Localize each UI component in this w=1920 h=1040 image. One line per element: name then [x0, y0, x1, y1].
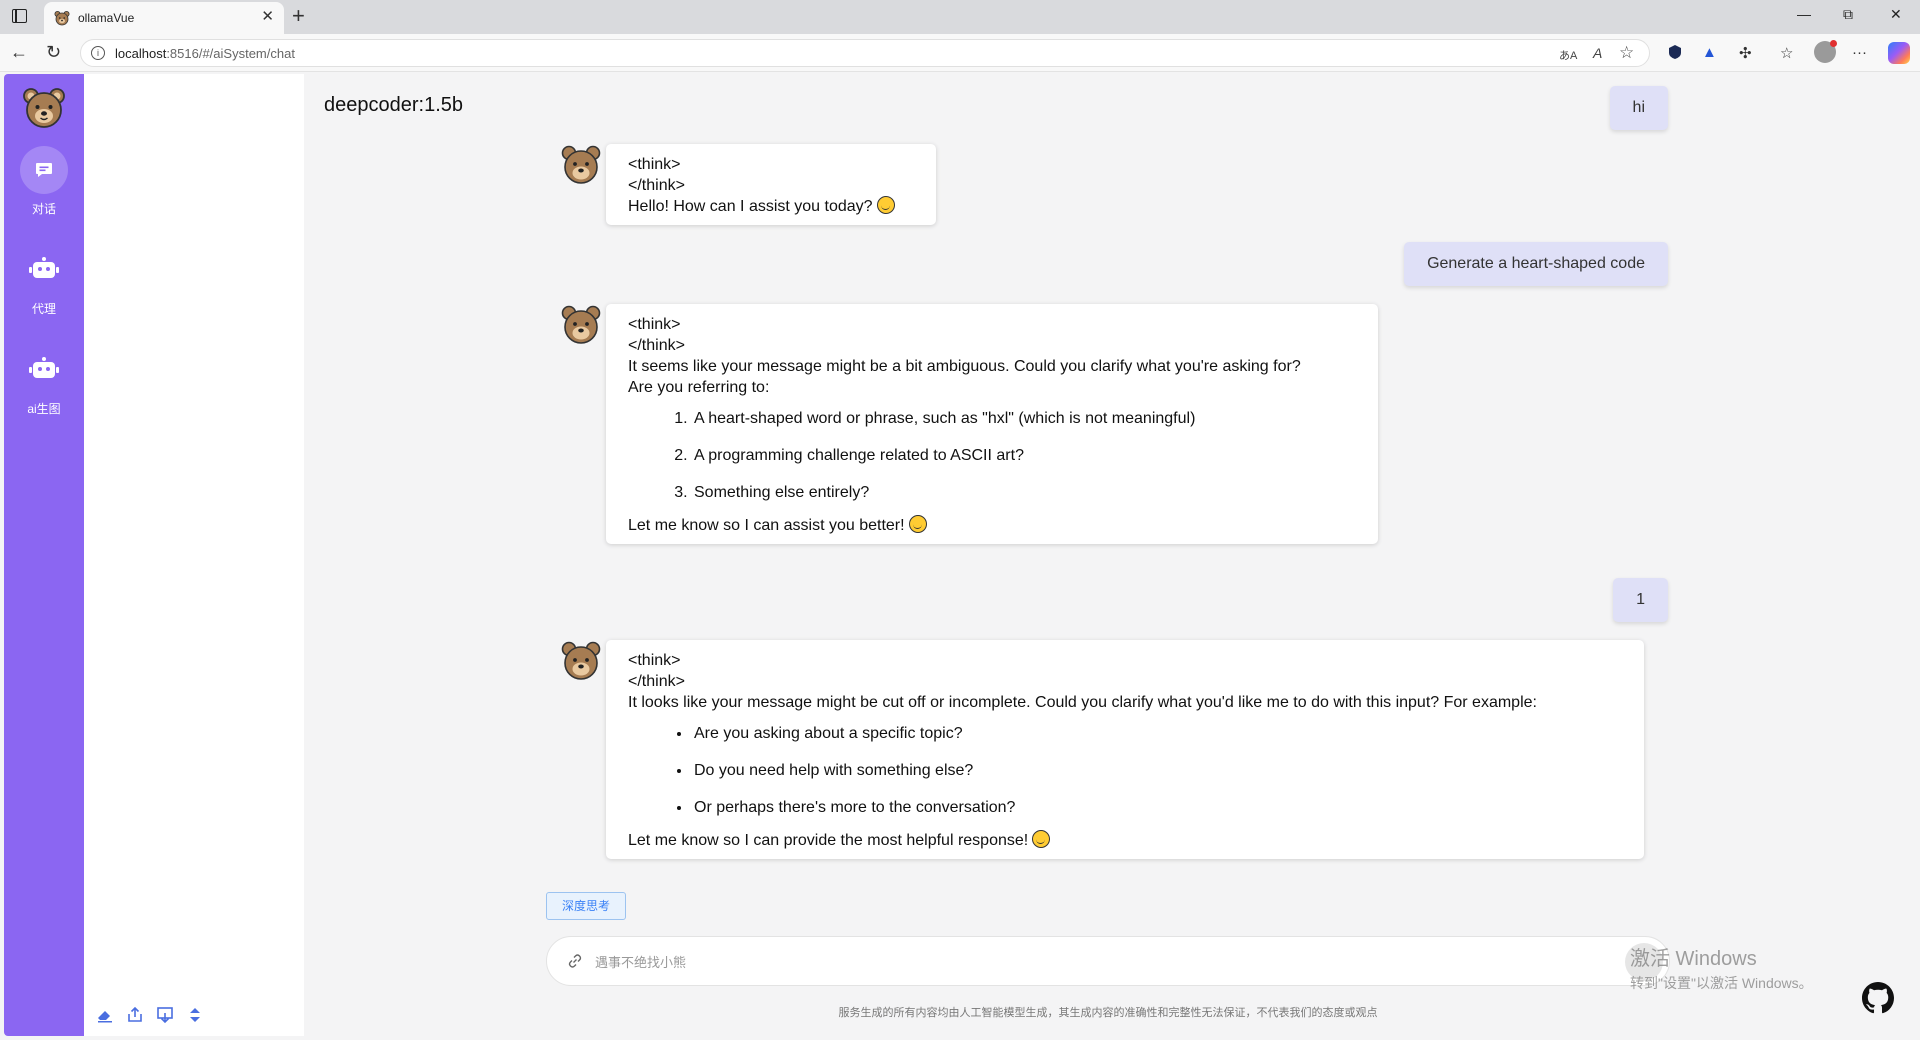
browser-tab[interactable]: ollamaVue ✕ — [44, 2, 284, 34]
read-aloud-icon[interactable]: A — [1593, 45, 1602, 61]
ai-bullet-list: Are you asking about a specific topic? D… — [692, 723, 1626, 818]
more-menu-button[interactable]: ··· — [1852, 44, 1867, 61]
list-item: Do you need help with something else? — [692, 760, 1626, 781]
ai-message: <think> </think> It seems like your mess… — [606, 304, 1378, 544]
minimize-button[interactable]: — — [1797, 6, 1811, 22]
bear-avatar-icon — [561, 305, 601, 344]
conversation-list-panel — [84, 74, 304, 1036]
think-open-tag: <think> — [628, 316, 681, 333]
ai-message: <think> </think> It looks like your mess… — [606, 640, 1644, 859]
ai-text: Let me know so I can assist you better! — [628, 517, 905, 534]
list-item: Or perhaps there's more to the conversat… — [692, 797, 1626, 818]
think-open-tag: <think> — [628, 652, 681, 669]
url-path: :8516/#/aiSystem/chat — [166, 46, 295, 61]
extension-mountain-icon[interactable]: ▲ — [1702, 44, 1717, 61]
ai-message-intro2: Are you referring to: — [628, 379, 770, 396]
model-name-title: deepcoder:1.5b — [324, 94, 464, 116]
sort-icon[interactable] — [186, 1006, 204, 1024]
sidebar-item-label: 对话 — [31, 202, 56, 216]
smile-emoji-icon — [1032, 830, 1051, 848]
smile-emoji-icon — [908, 515, 927, 533]
list-item: A programming challenge related to ASCII… — [692, 445, 1360, 466]
smile-emoji-icon — [876, 196, 895, 214]
chat-input[interactable] — [595, 947, 1495, 977]
bear-favicon-icon — [54, 11, 70, 26]
chat-icon — [20, 146, 68, 194]
ai-option-list: A heart-shaped word or phrase, such as "… — [692, 408, 1360, 503]
bottom-toolbar — [96, 1006, 204, 1026]
robot-icon — [20, 346, 68, 394]
ai-text: Let me know so I can provide the most he… — [628, 832, 1029, 849]
app-root: 对话 代理 ai生图 deepcoder:1.5b hi <think> </t… — [0, 72, 1920, 1040]
user-message: 1 — [1613, 578, 1668, 622]
user-message: Generate a heart-shaped code — [1404, 242, 1668, 286]
close-window-button[interactable]: ✕ — [1890, 6, 1902, 23]
back-button[interactable]: ← — [10, 42, 28, 62]
ai-message-outro: Let me know so I can assist you better! — [628, 515, 1360, 536]
disclaimer-text: 服务生成的所有内容均由人工智能模型生成，其生成内容的准确性和完整性无法保证，不代… — [838, 1007, 1378, 1019]
chat-area: deepcoder:1.5b hi <think> </think> Hello… — [304, 72, 1920, 1040]
window-menu-icon[interactable] — [12, 9, 27, 23]
attach-link-icon[interactable] — [567, 953, 583, 974]
sidebar-item-chat[interactable]: 对话 — [4, 146, 84, 217]
watermark-line1: 激活 Windows — [1630, 948, 1757, 970]
profile-avatar[interactable] — [1814, 40, 1837, 63]
sidebar-item-agent[interactable]: 代理 — [4, 246, 84, 317]
think-close-tag: </think> — [628, 673, 685, 690]
ai-message-text: Hello! How can I assist you today? — [628, 196, 918, 217]
address-bar[interactable]: i localhost:8516/#/aiSystem/chat あA A ☆ — [80, 39, 1650, 67]
ai-message-intro: It seems like your message might be a bi… — [628, 358, 1301, 375]
list-item: A heart-shaped word or phrase, such as "… — [692, 408, 1360, 429]
new-tab-button[interactable]: + — [292, 4, 305, 28]
copilot-icon[interactable] — [1888, 42, 1910, 64]
restore-button[interactable]: ⧉ — [1843, 6, 1853, 23]
browser-tab-bar: ollamaVue ✕ + — ⧉ ✕ — [0, 0, 1920, 34]
extensions-puzzle-icon[interactable]: ✣ — [1739, 44, 1752, 62]
ai-message-outro: Let me know so I can provide the most he… — [628, 830, 1626, 851]
ai-message: <think> </think> Hello! How can I assist… — [606, 144, 936, 225]
tab-title: ollamaVue — [78, 11, 135, 25]
sidebar-item-label: 代理 — [31, 302, 56, 316]
sidebar-item-ai-image[interactable]: ai生图 — [4, 346, 84, 417]
robot-icon — [20, 246, 68, 294]
upload-icon[interactable] — [126, 1006, 144, 1024]
bear-avatar-icon — [561, 145, 601, 184]
site-info-icon[interactable]: i — [91, 46, 105, 60]
browser-toolbar: ← ↻ i localhost:8516/#/aiSystem/chat あA … — [0, 34, 1920, 72]
user-message: hi — [1609, 86, 1668, 130]
favorites-list-icon[interactable]: ☆ — [1780, 44, 1793, 62]
github-icon[interactable] — [1862, 982, 1894, 1014]
think-close-tag: </think> — [628, 177, 685, 194]
bear-logo-icon[interactable] — [22, 86, 66, 130]
list-item: Something else entirely? — [692, 482, 1360, 503]
reload-button[interactable]: ↻ — [46, 42, 61, 62]
sidebar-item-label: ai生图 — [27, 402, 61, 416]
tab-close-button[interactable]: ✕ — [261, 9, 274, 25]
list-item: Are you asking about a specific topic? — [692, 723, 1626, 744]
ai-text: Hello! How can I assist you today? — [628, 198, 873, 215]
sidebar: 对话 代理 ai生图 — [4, 74, 84, 1036]
url-text: localhost:8516/#/aiSystem/chat — [115, 46, 295, 61]
think-open-tag: <think> — [628, 156, 681, 173]
download-icon[interactable] — [156, 1006, 174, 1024]
watermark-line2: 转到"设置"以激活 Windows。 — [1630, 975, 1813, 991]
bear-avatar-icon — [561, 641, 601, 680]
deep-think-button[interactable]: 深度思考 — [546, 892, 626, 920]
eraser-icon[interactable] — [96, 1006, 114, 1024]
extension-shield-icon[interactable] — [1668, 44, 1682, 64]
think-close-tag: </think> — [628, 337, 685, 354]
translate-icon[interactable]: あA — [1559, 47, 1577, 63]
url-host: localhost — [115, 46, 167, 61]
ai-message-intro: It looks like your message might be cut … — [628, 694, 1537, 711]
chat-input-bar — [546, 936, 1670, 986]
favorite-star-icon[interactable]: ☆ — [1619, 43, 1634, 63]
windows-activation-watermark: 激活 Windows 转到"设置"以激活 Windows。 — [1630, 942, 1813, 993]
